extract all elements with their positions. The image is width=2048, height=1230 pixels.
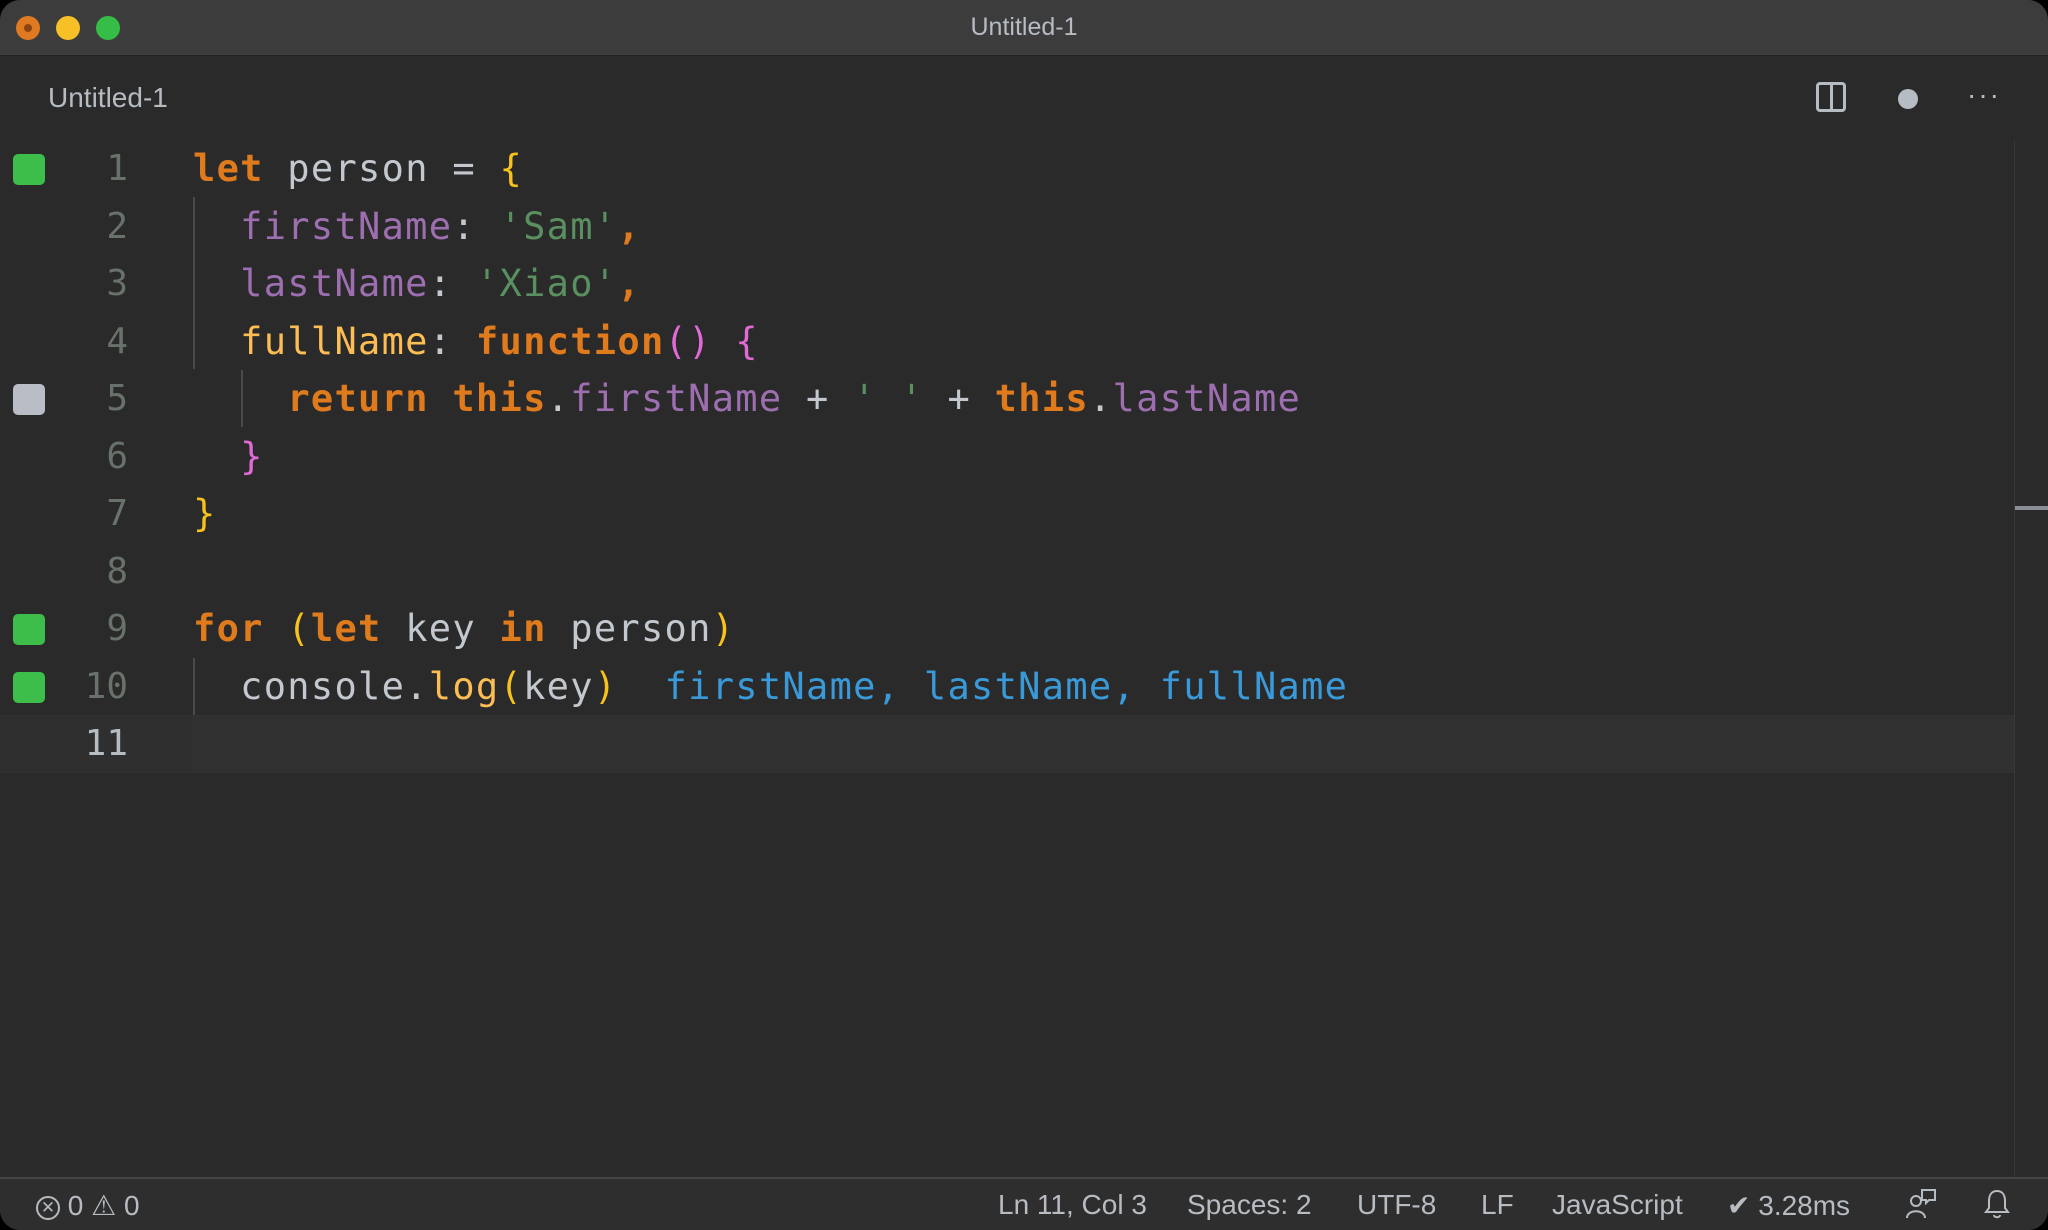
notifications-bell-icon[interactable] xyxy=(1980,1187,2014,1221)
code-text: return this.firstName + ' ' + this.lastN… xyxy=(287,377,1302,420)
run-marker-green[interactable] xyxy=(13,671,45,703)
line-number: 9 xyxy=(106,608,128,649)
more-actions-icon[interactable]: ··· xyxy=(1964,81,2004,114)
error-icon: ✕ xyxy=(36,1196,60,1220)
code-text: let person = { xyxy=(193,147,524,190)
feedback-icon[interactable] xyxy=(1904,1187,1938,1221)
scrollbar-cursor-marker xyxy=(2015,506,2048,510)
run-marker-green[interactable] xyxy=(13,614,45,645)
code-line: 1 let person = { xyxy=(0,140,2014,198)
code-line: 2 firstName: 'Sam', xyxy=(0,198,2014,256)
unsaved-dot-icon[interactable] xyxy=(1898,89,1918,109)
run-marker-green[interactable] xyxy=(13,154,45,185)
current-line: 11 xyxy=(0,715,2014,773)
code-line: 10 console.log(key) firstName, lastName,… xyxy=(0,658,2014,716)
line-number: 7 xyxy=(106,493,128,534)
code-text: for (let key in person) xyxy=(193,607,736,650)
line-number: 8 xyxy=(106,550,128,592)
error-count: 0 xyxy=(67,1190,84,1221)
problems-indicator[interactable]: ✕ 0 ⚠ 0 xyxy=(36,1189,140,1222)
title-bar: Untitled-1 xyxy=(0,0,2048,56)
indentation-setting[interactable]: Spaces: 2 xyxy=(1187,1189,1312,1221)
eol-setting[interactable]: LF xyxy=(1481,1189,1514,1221)
code-text: lastName: 'Xiao', xyxy=(240,262,641,305)
warning-icon: ⚠ xyxy=(91,1190,117,1221)
editor-window: Untitled-1 Untitled-1 ··· 1 let person =… xyxy=(0,0,2048,1230)
cursor-position[interactable]: Ln 11, Col 3 xyxy=(998,1189,1147,1221)
code-line: 8 xyxy=(0,543,2014,601)
code-line: 5 return this.firstName + ' ' + this.las… xyxy=(0,370,2014,428)
code-line: 3 lastName: 'Xiao', xyxy=(0,255,2014,313)
code-text: } xyxy=(240,434,264,478)
code-line: 4 fullName: function() { xyxy=(0,313,2014,371)
code-text: firstName: 'Sam', xyxy=(240,204,641,248)
inline-result: firstName, lastName, fullName xyxy=(664,664,1349,708)
code-line: 9 for (let key in person) xyxy=(0,600,2014,658)
code-text: console.log(key) firstName, lastName, fu… xyxy=(240,664,1349,708)
code-line: 7 } xyxy=(0,485,2014,543)
tab-bar: Untitled-1 ··· xyxy=(0,56,2048,140)
status-bar: ✕ 0 ⚠ 0 Ln 11, Col 3 Spaces: 2 UTF-8 LF … xyxy=(0,1177,2048,1230)
current-line-highlight xyxy=(193,715,2014,773)
warning-count: 0 xyxy=(124,1190,140,1221)
line-number: 2 xyxy=(106,205,128,247)
language-mode[interactable]: JavaScript xyxy=(1552,1189,1683,1221)
tab-untitled-1[interactable]: Untitled-1 xyxy=(48,82,168,114)
line-number: 4 xyxy=(106,320,128,362)
run-timing[interactable]: ✔ 3.28ms xyxy=(1727,1189,1850,1222)
split-editor-icon[interactable] xyxy=(1816,82,1846,112)
line-number: 1 xyxy=(106,148,128,189)
code-text: } xyxy=(193,492,217,535)
line-number: 6 xyxy=(106,435,128,477)
code-line: 6 } xyxy=(0,428,2014,486)
code-editor[interactable]: 1 let person = { 2 firstName: 'Sam', 3 l… xyxy=(0,140,2048,1177)
line-number: 11 xyxy=(84,723,128,764)
run-marker-gray[interactable] xyxy=(13,384,45,415)
code-text: fullName: function() { xyxy=(240,319,759,363)
line-number: 5 xyxy=(106,378,128,419)
vertical-scrollbar[interactable] xyxy=(2014,140,2048,1177)
line-number: 3 xyxy=(106,263,128,304)
encoding-setting[interactable]: UTF-8 xyxy=(1357,1189,1436,1221)
window-title: Untitled-1 xyxy=(970,13,1078,41)
line-number: 10 xyxy=(84,665,128,707)
